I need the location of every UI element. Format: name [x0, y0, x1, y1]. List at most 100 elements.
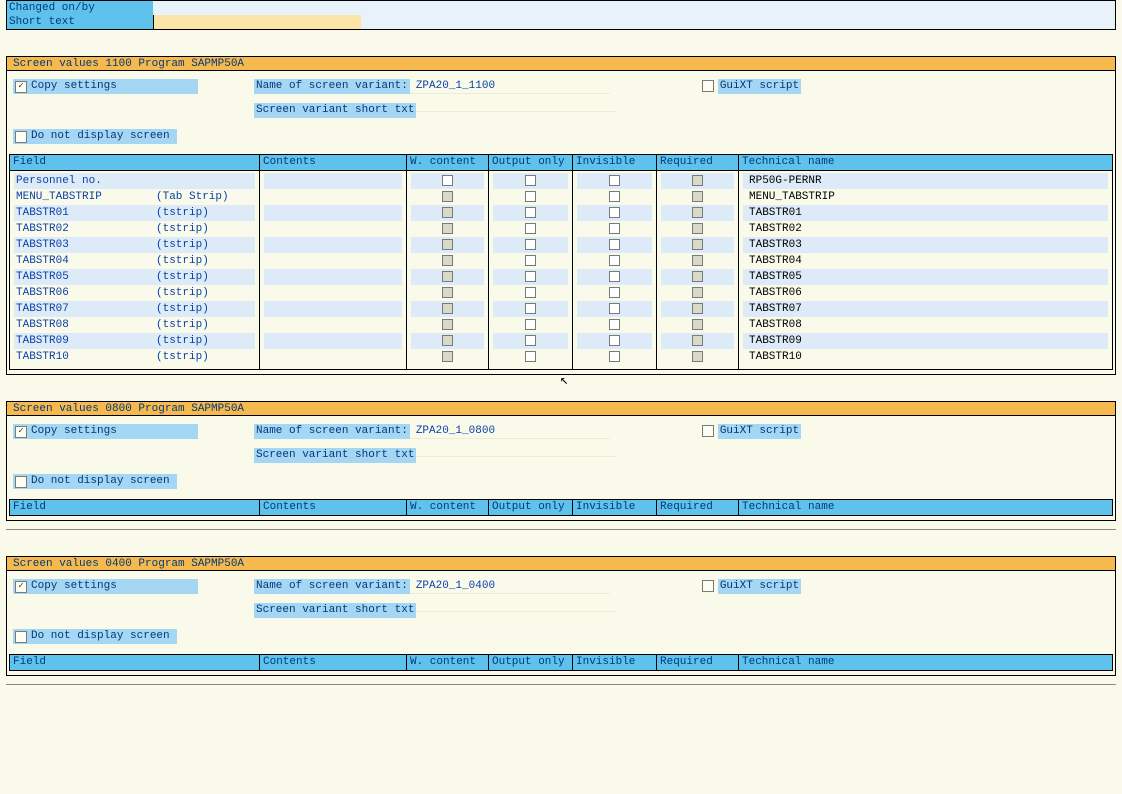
contents-cell[interactable] [264, 205, 402, 221]
row-checkbox[interactable] [525, 239, 536, 250]
table-row: TABSTR08(tstrip) [14, 317, 255, 333]
contents-cell[interactable] [264, 285, 402, 301]
do-not-display-screen[interactable]: Do not display screen [13, 129, 177, 144]
column-header-contents: Contents [260, 155, 407, 171]
contents-cell[interactable] [264, 333, 402, 349]
checkbox-cell [661, 205, 734, 221]
row-checkbox[interactable] [609, 191, 620, 202]
contents-cell[interactable] [264, 269, 402, 285]
technical-name: TABSTR06 [743, 285, 1108, 301]
contents-cell[interactable] [264, 189, 402, 205]
checkbox-cell [661, 221, 734, 237]
copy-settings-checkbox[interactable] [15, 426, 27, 438]
guixt-script[interactable]: GuiXT script [700, 579, 801, 594]
do-not-display-screen[interactable]: Do not display screen [13, 629, 177, 644]
row-checkbox[interactable] [525, 223, 536, 234]
row-checkbox [692, 335, 703, 346]
row-checkbox[interactable] [525, 351, 536, 362]
guixt-script[interactable]: GuiXT script [700, 424, 801, 439]
row-checkbox[interactable] [525, 303, 536, 314]
guixt-script[interactable]: GuiXT script [700, 79, 801, 94]
column-header-field: Field [10, 500, 260, 516]
row-checkbox [442, 271, 453, 282]
copy-settings[interactable]: Copy settings [13, 579, 198, 594]
checkbox-cell [411, 317, 484, 333]
row-checkbox[interactable] [525, 207, 536, 218]
table-row: TABSTR03(tstrip) [14, 237, 255, 253]
row-checkbox[interactable] [609, 255, 620, 266]
section-separator [6, 529, 1116, 530]
contents-cell[interactable] [264, 221, 402, 237]
field-name: TABSTR07 [14, 301, 156, 317]
row-checkbox [442, 287, 453, 298]
guixt-checkbox[interactable] [702, 580, 714, 592]
field-name: TABSTR03 [14, 237, 156, 253]
variant-name-value[interactable]: ZPA20_1_0400 [410, 579, 610, 594]
row-checkbox[interactable] [609, 207, 620, 218]
row-checkbox[interactable] [609, 319, 620, 330]
row-checkbox [442, 319, 453, 330]
checkbox-cell [411, 253, 484, 269]
row-checkbox[interactable] [525, 335, 536, 346]
guixt-checkbox[interactable] [702, 80, 714, 92]
field-note: (tstrip) [156, 205, 209, 221]
contents-cell[interactable] [264, 237, 402, 253]
column-header-invisible: Invisible [573, 155, 657, 171]
contents-cell[interactable] [264, 173, 402, 189]
variant-short-txt-input[interactable] [416, 597, 616, 612]
variant-name-value[interactable]: ZPA20_1_0800 [410, 424, 610, 439]
checkbox-cell [661, 173, 734, 189]
do-not-display-screen[interactable]: Do not display screen [13, 474, 177, 489]
checkbox-cell [411, 301, 484, 317]
settings-area: Copy settingsName of screen variant:ZPA2… [7, 71, 1115, 154]
contents-cell[interactable] [264, 253, 402, 269]
do-not-display-checkbox[interactable] [15, 631, 27, 643]
short-text-input[interactable] [153, 15, 361, 29]
do-not-display-checkbox[interactable] [15, 476, 27, 488]
column-header-required: Required [657, 655, 739, 671]
section-header: Screen values 0400 Program SAPMP50A [7, 557, 1115, 571]
guixt-checkbox[interactable] [702, 425, 714, 437]
contents-cell[interactable] [264, 301, 402, 317]
copy-settings-checkbox[interactable] [15, 81, 27, 93]
row-checkbox[interactable] [525, 175, 536, 186]
technical-name: TABSTR10 [743, 349, 1108, 365]
column-header-wcontent: W. content [407, 500, 489, 516]
copy-settings[interactable]: Copy settings [13, 424, 198, 439]
row-checkbox[interactable] [609, 175, 620, 186]
technical-name: TABSTR05 [743, 269, 1108, 285]
technical-name: TABSTR03 [743, 237, 1108, 253]
row-checkbox[interactable] [525, 319, 536, 330]
row-checkbox[interactable] [609, 303, 620, 314]
row-checkbox[interactable] [609, 287, 620, 298]
contents-cell[interactable] [264, 349, 402, 365]
row-checkbox[interactable] [525, 271, 536, 282]
technical-name: TABSTR04 [743, 253, 1108, 269]
row-checkbox[interactable] [525, 287, 536, 298]
field-name: Personnel no. [14, 173, 156, 189]
row-checkbox[interactable] [609, 239, 620, 250]
variant-name-value[interactable]: ZPA20_1_1100 [410, 79, 610, 94]
checkbox-cell [411, 205, 484, 221]
row-checkbox[interactable] [525, 255, 536, 266]
row-checkbox[interactable] [442, 175, 453, 186]
column-header-wcontent: W. content [407, 155, 489, 171]
row-checkbox[interactable] [609, 351, 620, 362]
field-name: TABSTR02 [14, 221, 156, 237]
row-checkbox [442, 255, 453, 266]
checkbox-cell [411, 173, 484, 189]
copy-settings-checkbox[interactable] [15, 581, 27, 593]
field-note: (tstrip) [156, 301, 209, 317]
row-checkbox[interactable] [525, 191, 536, 202]
checkbox-cell [493, 333, 568, 349]
do-not-display-checkbox[interactable] [15, 131, 27, 143]
variant-short-txt-input[interactable] [416, 97, 616, 112]
row-checkbox [442, 239, 453, 250]
row-checkbox[interactable] [609, 223, 620, 234]
row-checkbox[interactable] [609, 271, 620, 282]
row-checkbox[interactable] [609, 335, 620, 346]
copy-settings[interactable]: Copy settings [13, 79, 198, 94]
variant-short-txt-input[interactable] [416, 442, 616, 457]
row-checkbox [692, 351, 703, 362]
contents-cell[interactable] [264, 317, 402, 333]
